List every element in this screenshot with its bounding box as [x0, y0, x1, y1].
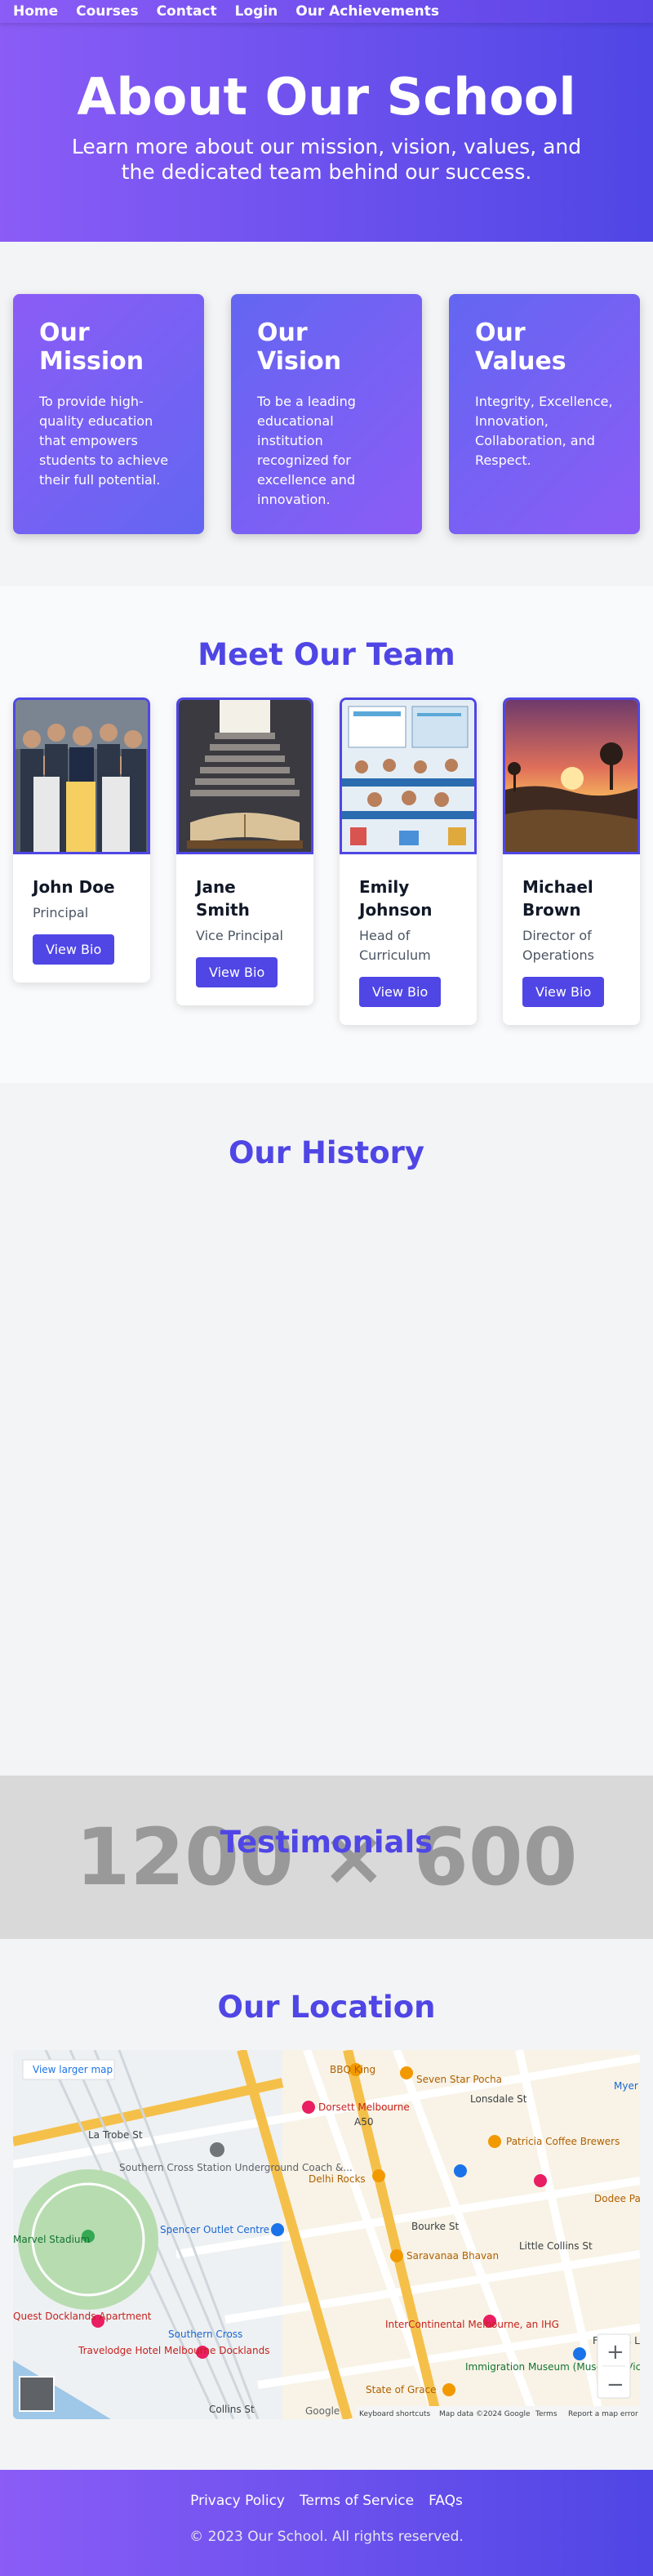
team-card: Jane Smith Vice Principal View Bio — [176, 697, 313, 1005]
map-label: Travelodge Hotel Melbourne Docklands — [78, 2345, 270, 2356]
map-label: Seven Star Pocha — [416, 2074, 502, 2085]
team-role: Director of Operations — [522, 928, 594, 963]
values-card: Our Values Integrity, Excellence, Innova… — [449, 294, 640, 534]
vision-text: To be a leading educational institution … — [257, 394, 356, 507]
zoom-in-button[interactable]: + — [606, 2340, 624, 2364]
nav-contact[interactable]: Contact — [157, 3, 217, 20]
team-name: Emily Johnson — [359, 877, 433, 920]
map-footer-terms[interactable]: Terms — [535, 2410, 557, 2418]
mission-title: Our Mission — [39, 319, 144, 376]
team-photo-book-stairs — [176, 697, 313, 854]
view-bio-button[interactable]: View Bio — [359, 977, 442, 1007]
map-label: Patricia Coffee Brewers — [506, 2136, 620, 2147]
google-map[interactable]: View larger map BBQ King Seven Star Poch… — [13, 2050, 640, 2419]
map-label: Southern Cross — [168, 2329, 242, 2340]
view-bio-button[interactable]: View Bio — [522, 977, 605, 1007]
footer-link-faqs[interactable]: FAQs — [429, 2493, 463, 2509]
location-title: Our Location — [217, 1990, 436, 2025]
map-label: Myer — [614, 2080, 638, 2092]
mission-card: Our Mission To provide high-quality educ… — [13, 294, 204, 534]
view-bio-button[interactable]: View Bio — [33, 934, 115, 965]
nav-achievements[interactable]: Our Achievements — [295, 3, 439, 20]
map-label: Little Collins St — [519, 2240, 593, 2252]
nav-login[interactable]: Login — [235, 3, 278, 20]
view-larger-map-link[interactable]: View larger map — [33, 2064, 113, 2075]
vision-card: Our Vision To be a leading educational i… — [231, 294, 422, 534]
team-card: Emily Johnson Head of Curriculum View Bi… — [340, 697, 477, 1025]
map-label: Dorsett Melbourne — [318, 2101, 410, 2113]
map-footer-shortcuts[interactable]: Keyboard shortcuts — [359, 2410, 430, 2418]
google-logo: Google — [305, 2405, 340, 2417]
map-label: Spencer Outlet Centre — [160, 2224, 269, 2235]
map-label: Delhi Rocks — [309, 2173, 366, 2185]
team-card: Michael Brown Director of Operations Vie… — [503, 697, 640, 1025]
hero-title: About Our School — [77, 67, 576, 127]
footer-link-terms[interactable]: Terms of Service — [300, 2493, 414, 2509]
testimonials-title: Testimonials — [220, 1825, 433, 1860]
team-role: Head of Curriculum — [359, 928, 431, 963]
team-card: John Doe Principal View Bio — [13, 697, 150, 983]
map-label: BBQ King — [330, 2064, 375, 2075]
history-title: Our History — [228, 1135, 425, 1170]
map-label: Dodee Pa — [594, 2193, 640, 2204]
testimonials-section: 1200 × 600 Testimonials — [0, 1776, 653, 1939]
values-section: Our Mission To provide high-quality educ… — [0, 242, 653, 586]
team-role: Principal — [33, 905, 89, 920]
nav-home[interactable]: Home — [13, 3, 58, 20]
top-nav: Home Courses Contact Login Our Achieveme… — [0, 0, 653, 23]
view-bio-button[interactable]: View Bio — [196, 957, 278, 987]
map-label: InterContinental Melbourne, an IHG — [385, 2319, 559, 2330]
team-name: Michael Brown — [522, 877, 593, 920]
map-label: Southern Cross Station Underground Coach… — [119, 2162, 353, 2173]
team-photo-sunset — [503, 697, 640, 854]
location-section: Our Location View larger map BBQ King Se… — [0, 1939, 653, 2470]
map-label: Lonsdale St — [470, 2093, 527, 2105]
nav-courses[interactable]: Courses — [76, 3, 138, 20]
team-photo-group — [13, 697, 150, 854]
footer-link-privacy[interactable]: Privacy Policy — [190, 2493, 285, 2509]
map-footer-data: Map data ©2024 Google — [439, 2410, 531, 2418]
map-label: La Trobe St — [88, 2129, 143, 2141]
map-label: Collins St — [209, 2404, 255, 2415]
hero-section: About Our School Learn more about our mi… — [0, 0, 653, 242]
hero-subtitle: Learn more about our mission, vision, va… — [71, 135, 582, 184]
footer: Privacy Policy Terms of Service FAQs © 2… — [0, 2470, 653, 2576]
vision-title: Our Vision — [257, 319, 342, 376]
zoom-out-button[interactable]: − — [606, 2373, 624, 2397]
team-name: John Doe — [33, 877, 115, 897]
history-section: Our History — [0, 1083, 653, 1776]
values-text: Integrity, Excellence, Innovation, Colla… — [475, 394, 613, 468]
values-title: Our Values — [475, 319, 566, 376]
map-footer-report[interactable]: Report a map error — [568, 2410, 638, 2418]
footer-copyright: © 2023 Our School. All rights reserved. — [189, 2529, 464, 2545]
map-label: Saravanaa Bhavan — [406, 2250, 499, 2262]
map-label: Quest Docklands Apartment — [13, 2311, 152, 2322]
team-photo-classroom — [340, 697, 477, 854]
map-label: Marvel Stadium — [13, 2234, 90, 2245]
team-name: Jane Smith — [196, 877, 250, 920]
team-role: Vice Principal — [196, 928, 283, 943]
map-label: State of Grace — [366, 2384, 437, 2396]
mission-text: To provide high-quality education that e… — [39, 394, 169, 488]
team-title: Meet Our Team — [198, 637, 455, 672]
team-section: Meet Our Team John Doe Principal View Bi… — [0, 586, 653, 1083]
map-label: Bourke St — [411, 2221, 459, 2232]
map-label: A50 — [354, 2116, 373, 2128]
